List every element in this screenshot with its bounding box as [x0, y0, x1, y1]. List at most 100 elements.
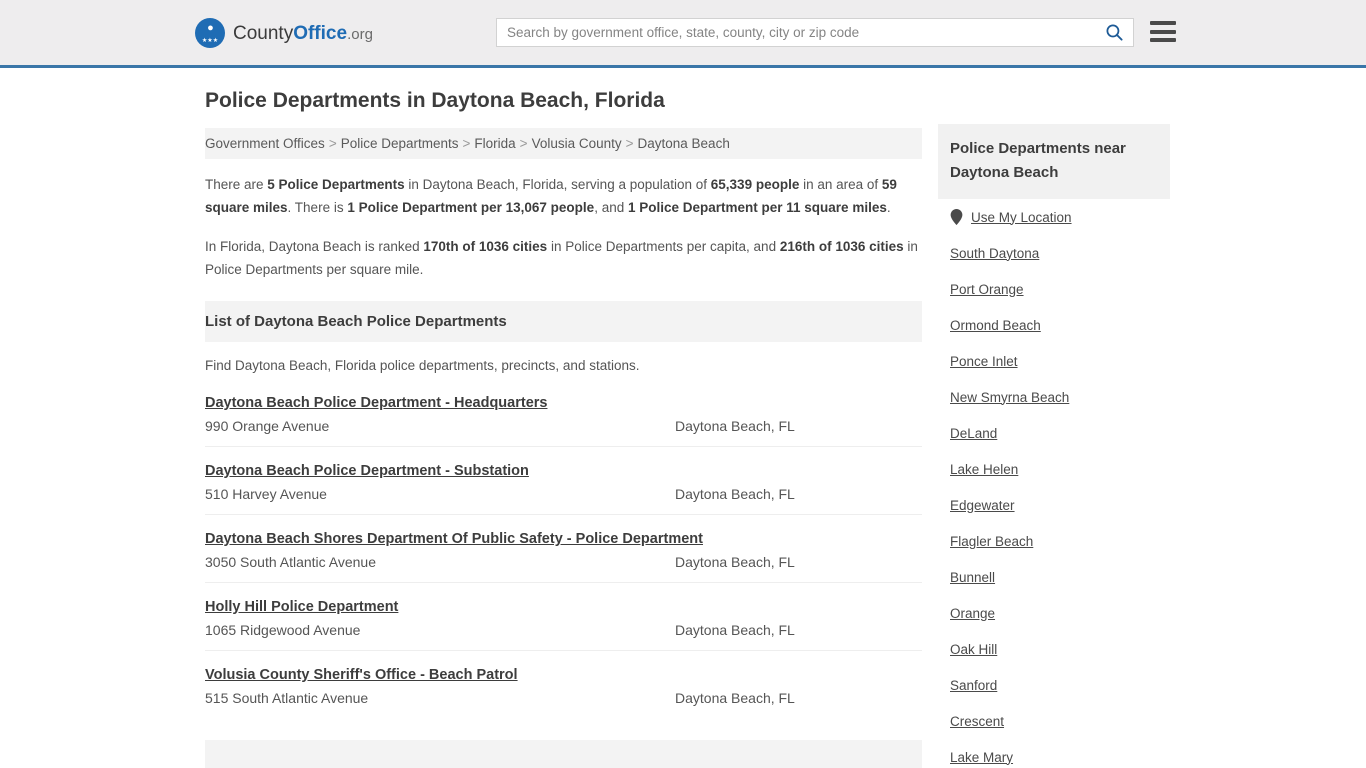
- nearby-city-link[interactable]: Orange: [950, 606, 995, 621]
- sidebar-item-bunnell[interactable]: Bunnell: [950, 559, 1158, 595]
- search-input[interactable]: [497, 19, 1095, 46]
- listing-city-state: Daytona Beach, FL: [675, 690, 795, 706]
- breadcrumb-separator: >: [462, 136, 471, 151]
- nearby-city-link[interactable]: DeLand: [950, 426, 997, 441]
- menu-bar-1: [1150, 21, 1176, 25]
- listing-row: Daytona Beach Shores Department Of Publi…: [205, 527, 922, 583]
- text-fragment-9: , and: [594, 200, 628, 215]
- sidebar-item-deland[interactable]: DeLand: [950, 415, 1158, 451]
- listing-row: Daytona Beach Police Department - Headqu…: [205, 391, 922, 447]
- list-section-subtext: Find Daytona Beach, Florida police depar…: [205, 358, 640, 373]
- sidebar-item-new-smyrna-beach[interactable]: New Smyrna Beach: [950, 379, 1158, 415]
- listing-detail-row: 3050 South Atlantic Avenue Daytona Beach,…: [205, 554, 922, 570]
- nearby-city-link[interactable]: South Daytona: [950, 246, 1039, 261]
- listing-row: Daytona Beach Police Department - Substa…: [205, 459, 922, 515]
- nearby-city-link[interactable]: Oak Hill: [950, 642, 997, 657]
- nearby-city-link[interactable]: Edgewater: [950, 498, 1015, 513]
- nearby-city-link[interactable]: Ponce Inlet: [950, 354, 1018, 369]
- nearby-city-link[interactable]: Bunnell: [950, 570, 995, 585]
- statistics-paragraph-2: In Florida, Daytona Beach is ranked 170t…: [205, 235, 922, 281]
- sidebar-item-lake-mary[interactable]: Lake Mary: [950, 739, 1158, 768]
- brand-word-office: Office: [293, 22, 348, 44]
- sidebar-item-lake-helen[interactable]: Lake Helen: [950, 451, 1158, 487]
- breadcrumb-item-3[interactable]: Florida: [474, 136, 515, 151]
- sidebar-heading: Police Departments near Daytona Beach: [938, 124, 1170, 199]
- listing-city-state: Daytona Beach, FL: [675, 554, 795, 570]
- next-section-placeholder: [205, 740, 922, 768]
- sidebar-item-ponce-inlet[interactable]: Ponce Inlet: [950, 343, 1158, 379]
- breadcrumb-item-4[interactable]: Volusia County: [532, 136, 622, 151]
- sidebar-item-edgewater[interactable]: Edgewater: [950, 487, 1158, 523]
- brand-word-org: .org: [347, 25, 373, 43]
- listing-detail-row: 990 Orange Avenue Daytona Beach, FL: [205, 418, 922, 434]
- police-department-list: Daytona Beach Police Department - Headqu…: [205, 391, 922, 718]
- listing-address: 3050 South Atlantic Avenue: [205, 554, 376, 570]
- breadcrumb-separator: >: [519, 136, 528, 151]
- listing-name-link[interactable]: Daytona Beach Police Department - Substa…: [205, 459, 529, 483]
- listing-detail-row: 510 Harvey Avenue Daytona Beach, FL: [205, 486, 922, 502]
- listing-name-link[interactable]: Holly Hill Police Department: [205, 595, 398, 619]
- breadcrumb-item-5[interactable]: Daytona Beach: [638, 136, 730, 151]
- nearby-city-link[interactable]: Flagler Beach: [950, 534, 1033, 549]
- listing-name-link[interactable]: Daytona Beach Shores Department Of Publi…: [205, 527, 703, 551]
- listing-row: Holly Hill Police Department 1065 Ridgewo…: [205, 595, 922, 651]
- list-section-heading: List of Daytona Beach Police Departments: [205, 301, 922, 342]
- text-fragment-2: 5 Police Departments: [267, 177, 405, 192]
- breadcrumb-separator: >: [625, 136, 634, 151]
- nearby-city-link[interactable]: Port Orange: [950, 282, 1024, 297]
- menu-bar-3: [1150, 38, 1176, 42]
- breadcrumb-item-1[interactable]: Government Offices: [205, 136, 325, 151]
- nearby-city-link[interactable]: Lake Helen: [950, 462, 1018, 477]
- map-pin-icon: [950, 209, 963, 225]
- hamburger-menu-icon[interactable]: [1150, 19, 1176, 44]
- search-button[interactable]: [1095, 19, 1133, 46]
- nearby-city-link[interactable]: Ormond Beach: [950, 318, 1041, 333]
- sidebar-item-ormond-beach[interactable]: Ormond Beach: [950, 307, 1158, 343]
- sidebar-item-flagler-beach[interactable]: Flagler Beach: [950, 523, 1158, 559]
- breadcrumb-item-2[interactable]: Police Departments: [341, 136, 459, 151]
- listing-address: 990 Orange Avenue: [205, 418, 330, 434]
- text-fragment-5: in an area of: [799, 177, 882, 192]
- eagle-seal-icon: ● ★★★: [195, 18, 225, 48]
- sidebar-item-port-orange[interactable]: Port Orange: [950, 271, 1158, 307]
- listing-detail-row: 515 South Atlantic Avenue Daytona Beach, …: [205, 690, 922, 706]
- page-title: Police Departments in Daytona Beach, Flo…: [205, 89, 665, 112]
- text-fragment-1: In Florida, Daytona Beach is ranked: [205, 239, 424, 254]
- sidebar-item-crescent[interactable]: Crescent: [950, 703, 1158, 739]
- use-my-location-link[interactable]: Use My Location: [971, 210, 1072, 225]
- text-fragment-4: 65,339 people: [710, 177, 800, 192]
- nearby-city-link[interactable]: New Smyrna Beach: [950, 390, 1069, 405]
- text-fragment-10: 1 Police Department per 11 square miles: [627, 200, 887, 215]
- text-fragment-3: in Police Departments per capita, and: [547, 239, 780, 254]
- listing-city-state: Daytona Beach, FL: [675, 622, 795, 638]
- breadcrumb-separator: >: [328, 136, 337, 151]
- text-fragment-1: There are: [205, 177, 268, 192]
- brand-wordmark: CountyOffice.org: [233, 24, 373, 43]
- menu-bar-2: [1150, 29, 1176, 34]
- text-fragment-11: .: [886, 200, 891, 215]
- sidebar-item-south-daytona[interactable]: South Daytona: [950, 235, 1158, 271]
- sidebar-item-use-my-location[interactable]: Use My Location: [950, 199, 1158, 235]
- listing-name-link[interactable]: Daytona Beach Police Department - Headqu…: [205, 391, 547, 415]
- breadcrumb: Government Offices > Police Departments > Fl…: [205, 128, 922, 159]
- sidebar-item-sanford[interactable]: Sanford: [950, 667, 1158, 703]
- sidebar-item-oak-hill[interactable]: Oak Hill: [950, 631, 1158, 667]
- text-fragment-3: in Daytona Beach, Florida, serving a pop…: [404, 177, 711, 192]
- listing-city-state: Daytona Beach, FL: [675, 486, 795, 502]
- text-fragment-4: 216th of 1036 cities: [779, 239, 904, 254]
- listing-name-link[interactable]: Volusia County Sheriff's Office - Beach …: [205, 663, 518, 687]
- site-logo[interactable]: ● ★★★ CountyOffice.org: [195, 18, 373, 48]
- listing-address: 1065 Ridgewood Avenue: [205, 622, 361, 638]
- listing-row: Volusia County Sheriff's Office - Beach …: [205, 663, 922, 718]
- text-fragment-7: . There is: [287, 200, 348, 215]
- main-content: Police Departments in Daytona Beach, Flo…: [205, 88, 922, 768]
- listing-city-state: Daytona Beach, FL: [675, 418, 795, 434]
- statistics-paragraph-1: There are 5 Police Departments in Dayton…: [205, 173, 922, 219]
- listing-address: 515 South Atlantic Avenue: [205, 690, 369, 706]
- nearby-city-link[interactable]: Sanford: [950, 678, 997, 693]
- nearby-city-link[interactable]: Lake Mary: [950, 750, 1013, 765]
- sidebar-item-orange[interactable]: Orange: [950, 595, 1158, 631]
- nearby-city-link[interactable]: Crescent: [950, 714, 1004, 729]
- search-bar[interactable]: [496, 18, 1134, 47]
- nearby-cities-list: South Daytona Port Orange Ormond Beach Ponc…: [950, 235, 1158, 768]
